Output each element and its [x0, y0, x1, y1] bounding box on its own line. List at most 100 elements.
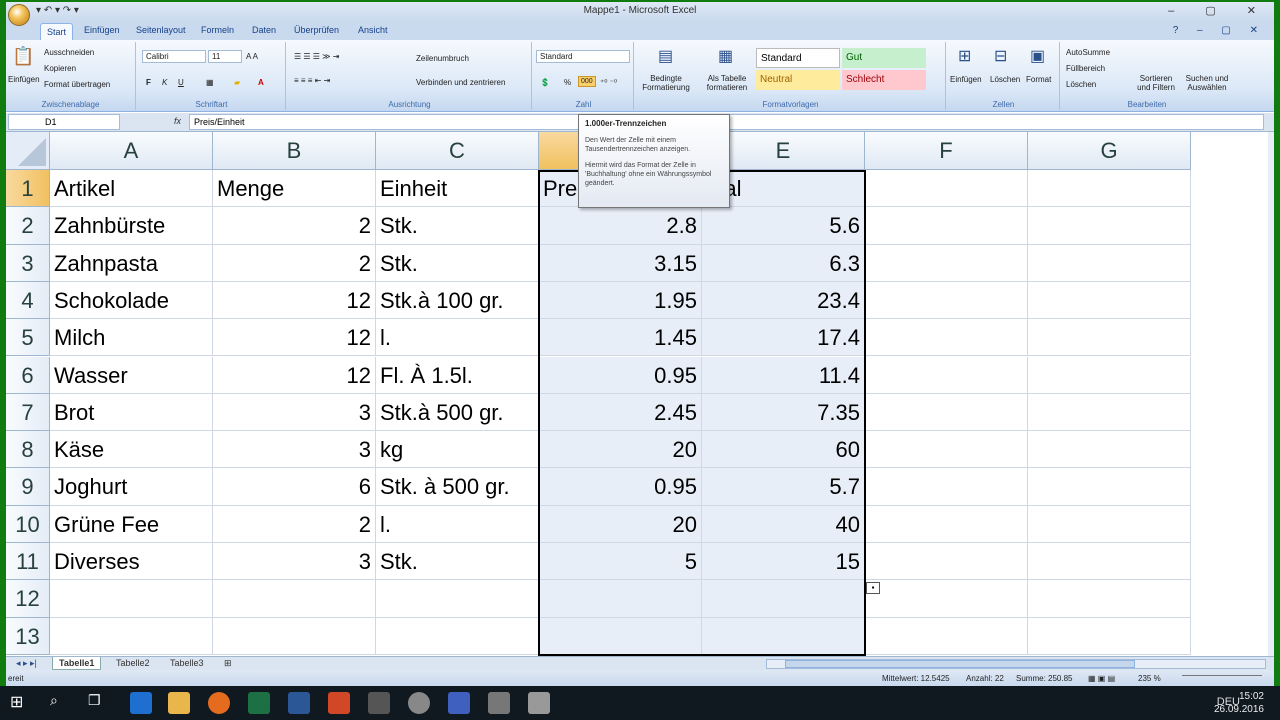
tab-ansicht[interactable]: Ansicht [358, 25, 388, 35]
table-cell[interactable]: 0.95 [539, 468, 702, 506]
table-cell[interactable]: Stk.à 500 gr. [376, 393, 539, 432]
fill-button[interactable]: Füllbereich [1066, 64, 1105, 73]
table-cell[interactable] [1028, 281, 1191, 320]
table-cell[interactable]: 7.35 [702, 393, 865, 432]
table-cell[interactable]: Menge [213, 170, 376, 208]
style-gut[interactable]: Gut [842, 48, 926, 68]
paste-icon[interactable]: 📋 [12, 46, 34, 67]
table-cell[interactable] [1028, 505, 1191, 543]
row-header[interactable]: 6 [6, 356, 50, 394]
table-cell[interactable] [1028, 356, 1191, 394]
column-header[interactable]: C [376, 132, 539, 170]
vertical-scrollbar[interactable] [1268, 132, 1274, 656]
row-header[interactable]: 4 [6, 281, 50, 320]
table-cell[interactable]: Wasser [50, 356, 213, 394]
table-cell[interactable] [539, 580, 702, 618]
table-cell[interactable]: 60 [702, 431, 865, 469]
style-neutral[interactable]: Neutral [756, 70, 840, 90]
sheet-nav-icon[interactable]: ◂ ▸ ▸| [10, 657, 43, 670]
powerpoint-icon[interactable] [328, 692, 350, 714]
fx-icon[interactable]: fx [174, 116, 181, 126]
conditional-format-icon[interactable]: ▤ [658, 46, 673, 66]
table-cell[interactable] [1028, 170, 1191, 208]
table-cell[interactable] [865, 393, 1028, 432]
table-cell[interactable]: 5.6 [702, 207, 865, 245]
table-cell[interactable] [865, 319, 1028, 357]
edge-icon[interactable] [130, 692, 152, 714]
table-cell[interactable]: 3 [213, 393, 376, 432]
table-cell[interactable] [865, 505, 1028, 543]
table-cell[interactable]: 1.95 [539, 281, 702, 320]
table-cell[interactable] [1028, 543, 1191, 581]
table-cell[interactable]: 6.3 [702, 244, 865, 282]
office-button[interactable] [8, 4, 30, 26]
column-header[interactable]: B [213, 132, 376, 170]
quick-access-toolbar[interactable]: ▾ ↶ ▾ ↷ ▾ [36, 5, 79, 16]
paste-button[interactable]: Einfügen [8, 75, 40, 84]
task-view-icon[interactable]: ❐ [88, 692, 110, 714]
tab-einfuegen[interactable]: Einfügen [84, 25, 120, 35]
table-cell[interactable] [865, 617, 1028, 655]
sort-filter-button[interactable]: Sortieren und Filtern [1132, 74, 1180, 92]
table-cell[interactable] [1028, 244, 1191, 282]
table-cell[interactable]: Brot [50, 393, 213, 432]
copy-button[interactable]: Kopieren [44, 64, 76, 73]
table-cell[interactable]: 0.95 [539, 356, 702, 394]
firefox-icon[interactable] [208, 692, 230, 714]
currency-icon[interactable]: 💲 [540, 78, 550, 87]
align-left-icon[interactable]: ≡ ≡ ≡ ⇤ ⇥ [294, 76, 330, 85]
merge-center-button[interactable]: Verbinden und zentrieren [416, 78, 505, 87]
autosum-button[interactable]: AutoSumme [1066, 48, 1110, 57]
thousands-separator-button[interactable]: 000 [578, 76, 596, 87]
delete-cells-button[interactable]: Löschen [990, 75, 1020, 84]
table-cell[interactable]: 12 [213, 319, 376, 357]
table-cell[interactable] [865, 356, 1028, 394]
table-cell[interactable]: 6 [213, 468, 376, 506]
table-cell[interactable] [865, 281, 1028, 320]
table-cell[interactable]: 1.45 [539, 319, 702, 357]
table-cell[interactable] [376, 580, 539, 618]
format-as-table-icon[interactable]: ▦ [718, 46, 733, 66]
sheet-tab-tabelle3[interactable]: Tabelle3 [164, 657, 210, 670]
table-cell[interactable]: Fl. À 1.5l. [376, 356, 539, 394]
font-name-select[interactable]: Calibri [142, 50, 206, 63]
table-cell[interactable]: Joghurt [50, 468, 213, 506]
table-cell[interactable]: 3 [213, 431, 376, 469]
paste-options-icon[interactable]: ▪ [866, 582, 880, 594]
table-cell[interactable]: Stk.à 100 gr. [376, 281, 539, 320]
table-cell[interactable] [1028, 468, 1191, 506]
table-cell[interactable]: 2.45 [539, 393, 702, 432]
table-cell[interactable] [1028, 319, 1191, 357]
table-cell[interactable]: 17.4 [702, 319, 865, 357]
table-cell[interactable]: 12 [213, 356, 376, 394]
row-header[interactable]: 12 [6, 580, 50, 618]
clear-button[interactable]: Löschen [1066, 80, 1096, 89]
help-icon[interactable]: ? – ▢ ✕ [1173, 25, 1266, 36]
sheet-tab-tabelle1[interactable]: Tabelle1 [52, 657, 102, 670]
table-cell[interactable]: 20 [539, 431, 702, 469]
table-cell[interactable]: 11.4 [702, 356, 865, 394]
grow-font-icon[interactable]: A A [246, 52, 258, 61]
font-size-select[interactable]: 11 [208, 50, 242, 63]
column-header[interactable]: A [50, 132, 213, 170]
app-icon[interactable] [488, 692, 510, 714]
table-cell[interactable] [865, 244, 1028, 282]
table-cell[interactable] [702, 617, 865, 655]
style-schlecht[interactable]: Schlecht [842, 70, 926, 90]
table-cell[interactable]: 40 [702, 505, 865, 543]
row-header[interactable]: 9 [6, 468, 50, 506]
number-format-select[interactable]: Standard [536, 50, 630, 63]
table-cell[interactable] [376, 617, 539, 655]
word-icon[interactable] [288, 692, 310, 714]
table-cell[interactable] [1028, 393, 1191, 432]
table-cell[interactable]: Einheit [376, 170, 539, 208]
app-icon[interactable] [528, 692, 550, 714]
table-cell[interactable]: 2 [213, 244, 376, 282]
format-cells-button[interactable]: Format [1026, 75, 1051, 84]
row-header[interactable]: 7 [6, 393, 50, 432]
table-cell[interactable] [865, 431, 1028, 469]
insert-cells-icon[interactable]: ⊞ [958, 46, 971, 66]
view-buttons-icon[interactable]: ▦ ▣ ▤ [1088, 674, 1115, 683]
window-controls[interactable]: – ▢ ✕ [1168, 4, 1270, 17]
table-cell[interactable]: Käse [50, 431, 213, 469]
